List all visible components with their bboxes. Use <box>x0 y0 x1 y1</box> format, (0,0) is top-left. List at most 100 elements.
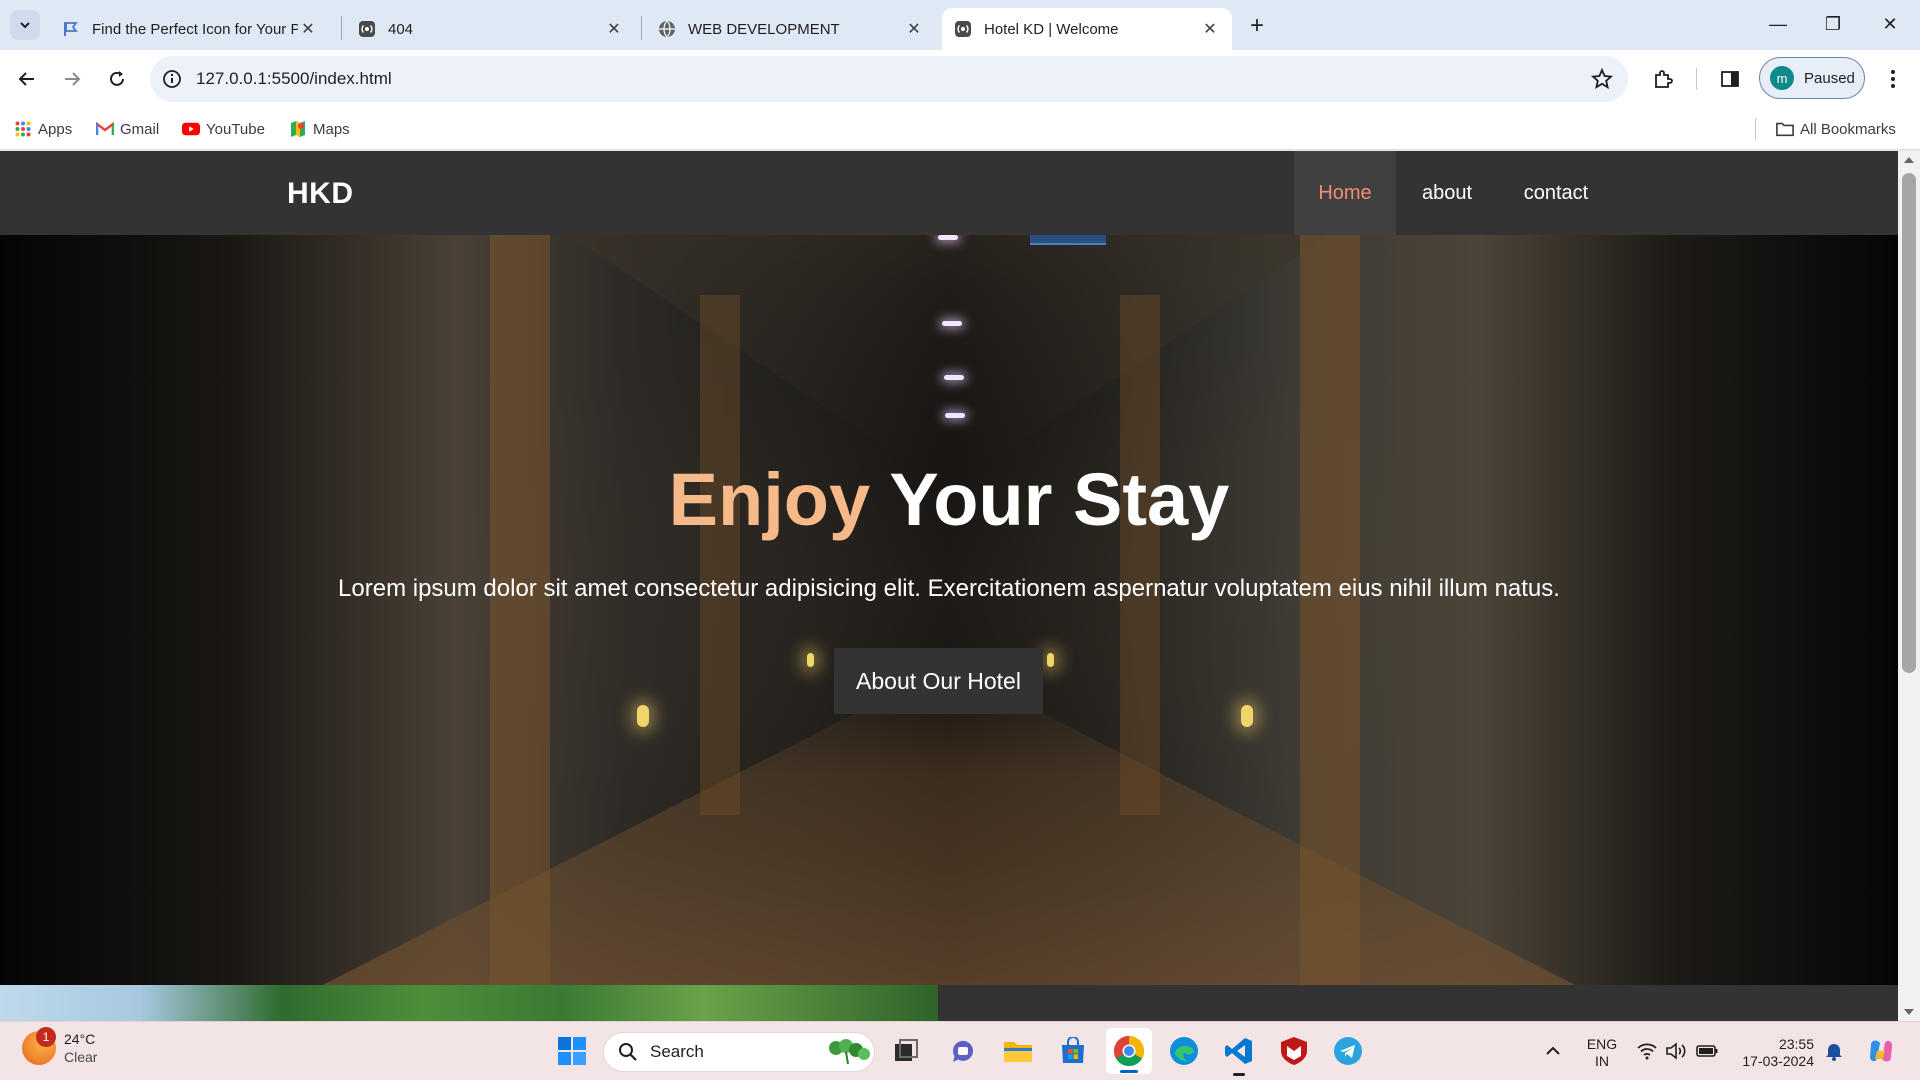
chevron-down-icon <box>20 22 30 29</box>
tab-close-button[interactable]: ✕ <box>604 19 624 39</box>
vscode-icon[interactable] <box>1222 1034 1256 1076</box>
broadcast-icon <box>954 20 972 38</box>
site-info-icon[interactable] <box>160 67 184 91</box>
taskbar-search[interactable]: Search <box>603 1032 875 1072</box>
mcafee-icon[interactable] <box>1277 1034 1311 1068</box>
reload-icon <box>110 71 124 86</box>
tab-title: WEB DEVELOPMENT <box>688 20 840 38</box>
nav-link-contact[interactable]: contact <box>1498 151 1614 235</box>
hero-headline-rest: Your Stay <box>870 458 1230 541</box>
copilot-icon[interactable] <box>1866 1036 1896 1066</box>
weather-condition: Clear <box>64 1049 98 1065</box>
tab-web-development[interactable]: WEB DEVELOPMENT ✕ <box>646 8 936 50</box>
folder-icon <box>1776 120 1794 138</box>
more-menu-icon[interactable] <box>1880 66 1906 92</box>
back-button[interactable] <box>12 64 42 94</box>
side-panel-icon[interactable] <box>1717 66 1743 92</box>
task-view-icon[interactable] <box>889 1034 923 1068</box>
hero-wall-lamp <box>1047 653 1054 667</box>
scroll-up-arrow-icon[interactable] <box>1904 157 1914 163</box>
file-explorer-icon[interactable] <box>1001 1034 1035 1068</box>
wifi-icon[interactable] <box>1636 1040 1658 1062</box>
bookmark-gmail[interactable]: Gmail <box>96 117 159 141</box>
telegram-icon[interactable] <box>1331 1034 1365 1068</box>
about-hotel-button[interactable]: About Our Hotel <box>834 648 1043 714</box>
address-bar[interactable]: 127.0.0.1:5500/index.html <box>150 56 1628 102</box>
weather-widget[interactable]: 1 24°C Clear <box>22 1027 98 1066</box>
tab-close-button[interactable]: ✕ <box>298 19 318 39</box>
flag-icon <box>62 20 80 38</box>
page-viewport: HKD Home about contact Enjoy Your Stay L… <box>0 151 1898 1021</box>
site-logo[interactable]: HKD <box>287 177 354 211</box>
profile-button[interactable]: m Paused <box>1759 57 1865 99</box>
hero-wall-lamp <box>637 705 649 727</box>
gmail-icon <box>96 120 114 138</box>
browser-toolbar: 127.0.0.1:5500/index.html m Paused <box>0 50 1920 108</box>
extensions-icon[interactable] <box>1650 66 1676 92</box>
hero-ceiling <box>569 235 1329 465</box>
all-bookmarks-label: All Bookmarks <box>1800 120 1896 138</box>
bookmark-label: YouTube <box>206 120 265 138</box>
hero-ceiling-light <box>942 321 962 326</box>
battery-icon[interactable] <box>1696 1040 1718 1062</box>
youtube-icon <box>182 120 200 138</box>
nav-link-about[interactable]: about <box>1396 151 1498 235</box>
minimize-button[interactable]: — <box>1753 8 1803 40</box>
hero-ceiling-light <box>944 375 964 380</box>
tab-search-button[interactable] <box>10 10 40 40</box>
microsoft-store-icon[interactable] <box>1056 1034 1090 1068</box>
language-line1: ENG <box>1586 1036 1618 1052</box>
bookmark-star-icon[interactable] <box>1590 67 1614 91</box>
scroll-down-arrow-icon[interactable] <box>1904 1009 1914 1015</box>
globe-icon <box>658 20 676 38</box>
show-hidden-icons-chevron-up-icon[interactable] <box>1542 1040 1564 1062</box>
weather-temp: 24°C <box>64 1031 96 1047</box>
language-indicator[interactable]: ENG IN <box>1583 1036 1621 1070</box>
tab-find-icon[interactable]: Find the Perfect Icon for Your Pr ✕ <box>50 8 330 50</box>
tab-hotel-kd[interactable]: Hotel KD | Welcome ✕ <box>942 8 1232 50</box>
search-icon <box>619 1043 637 1061</box>
bookmark-apps[interactable]: Apps <box>14 117 72 141</box>
tab-title: 404 <box>388 20 414 38</box>
forward-button[interactable] <box>57 64 87 94</box>
windows-start-icon[interactable] <box>555 1034 589 1068</box>
tab-404[interactable]: 404 ✕ <box>346 8 636 50</box>
edge-icon[interactable] <box>1167 1034 1201 1068</box>
next-section-panel <box>938 985 1898 1021</box>
page-scrollbar[interactable] <box>1898 151 1920 1021</box>
scrollbar-thumb[interactable] <box>1902 173 1916 673</box>
tab-close-button[interactable]: ✕ <box>904 19 924 39</box>
clock[interactable]: 23:55 17-03-2024 <box>1734 1036 1814 1070</box>
close-window-button[interactable]: ✕ <box>1865 8 1915 40</box>
hero-door <box>1300 235 1360 985</box>
clock-date: 17-03-2024 <box>1742 1053 1814 1069</box>
hero-door <box>700 295 740 815</box>
restore-button[interactable]: ❐ <box>1808 8 1858 40</box>
reload-button[interactable] <box>102 64 132 94</box>
chrome-icon[interactable] <box>1106 1028 1152 1074</box>
weather-moon-icon: 1 <box>22 1027 56 1065</box>
hero-door <box>490 235 550 985</box>
hero-headline-accent: Enjoy <box>668 458 871 541</box>
hero-ceiling-light <box>945 413 965 418</box>
weather-alert-badge: 1 <box>36 1027 56 1047</box>
bookmark-youtube[interactable]: YouTube <box>182 117 265 141</box>
all-bookmarks-button[interactable]: All Bookmarks <box>1776 117 1896 141</box>
clock-time: 23:55 <box>1778 1036 1814 1052</box>
next-section-image <box>0 985 938 1021</box>
bookmark-maps[interactable]: Maps <box>289 117 350 141</box>
bookmark-label: Apps <box>38 120 73 138</box>
url-text[interactable]: 127.0.0.1:5500/index.html <box>196 69 392 89</box>
nav-link-home[interactable]: Home <box>1294 151 1396 235</box>
new-tab-button[interactable]: + <box>1243 12 1271 40</box>
teams-chat-icon[interactable] <box>946 1034 980 1068</box>
hero-tagline: Lorem ipsum dolor sit amet consectetur a… <box>338 575 1560 602</box>
shamrock-icon <box>829 1039 870 1065</box>
tab-close-button[interactable]: ✕ <box>1200 19 1220 39</box>
tab-separator <box>341 16 342 40</box>
site-navbar: HKD Home about contact <box>0 151 1898 235</box>
hero-floor <box>322 685 1576 985</box>
tab-strip: Find the Perfect Icon for Your Pr ✕ 404 … <box>0 0 1920 50</box>
notification-bell-icon[interactable] <box>1823 1040 1845 1062</box>
volume-icon[interactable] <box>1665 1040 1687 1062</box>
